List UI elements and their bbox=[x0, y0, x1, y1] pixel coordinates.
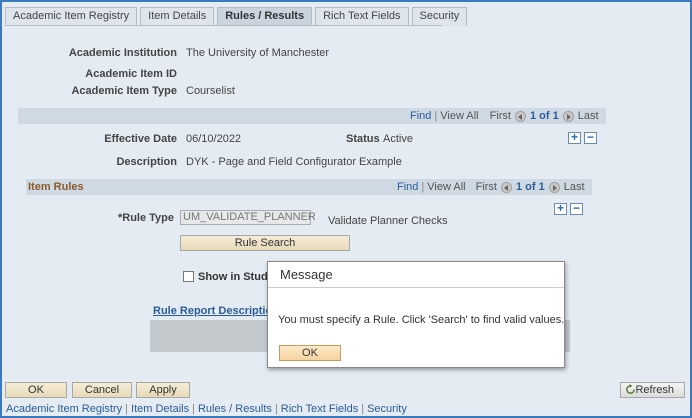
tab-item-details[interactable]: Item Details bbox=[140, 7, 215, 26]
view-all-link[interactable]: View All bbox=[440, 108, 478, 124]
nav-controls: Find | View All First 1 of 1 Last bbox=[410, 108, 599, 124]
refresh-button[interactable]: Refresh bbox=[620, 382, 685, 398]
effective-date-value: 06/10/2022 bbox=[186, 133, 242, 145]
show-in-student-label: Show in Stude bbox=[198, 271, 274, 283]
nav-separator: | bbox=[434, 110, 438, 122]
rule-report-description-link[interactable]: Rule Report Description bbox=[153, 305, 279, 317]
delete-row-icon[interactable]: − bbox=[584, 131, 597, 144]
page-frame: Academic Item Registry Item Details Rule… bbox=[0, 0, 692, 418]
item-rules-page-indicator: 1 of 1 bbox=[515, 181, 545, 193]
delete-rule-icon[interactable]: − bbox=[570, 202, 583, 215]
institution-value: The University of Manchester bbox=[186, 47, 330, 59]
footer-separator: | bbox=[192, 403, 195, 415]
page-indicator: 1 of 1 bbox=[529, 110, 559, 122]
item-rules-title: Item Rules bbox=[28, 181, 84, 193]
item-rules-bar: Item Rules Find | View All First 1 of 1 … bbox=[26, 179, 592, 195]
apply-button[interactable]: Apply bbox=[136, 382, 190, 398]
footer-separator: | bbox=[125, 403, 129, 415]
description-value: DYK - Page and Field Configurator Exampl… bbox=[186, 156, 402, 168]
effective-dated-nav-bar: Find | View All First 1 of 1 Last bbox=[18, 108, 606, 124]
footer-link-security[interactable]: Security bbox=[367, 403, 407, 415]
first-label: First bbox=[489, 110, 511, 122]
footer-link-item-details[interactable]: Item Details bbox=[131, 403, 189, 415]
refresh-icon bbox=[626, 384, 635, 394]
status-label: Status bbox=[346, 133, 380, 145]
last-label: Last bbox=[577, 110, 599, 122]
show-in-student-checkbox[interactable] bbox=[183, 271, 194, 282]
next-icon[interactable] bbox=[562, 110, 574, 122]
dialog-title: Message bbox=[268, 262, 564, 288]
ok-button[interactable]: OK bbox=[5, 382, 67, 398]
dialog-message: You must specify a Rule. Click 'Search' … bbox=[278, 314, 565, 326]
footer-link-rich-text-fields[interactable]: Rich Text Fields bbox=[281, 403, 358, 415]
tab-academic-item-registry[interactable]: Academic Item Registry bbox=[5, 7, 138, 26]
footer-separator: | bbox=[274, 403, 278, 415]
item-rules-previous-icon[interactable] bbox=[500, 181, 512, 193]
status-value: Active bbox=[383, 133, 413, 145]
rule-type-input[interactable]: UM_VALIDATE_PLANNER bbox=[180, 210, 316, 225]
rule-search-button[interactable]: Rule Search bbox=[180, 235, 350, 251]
item-type-value: Courselist bbox=[186, 85, 235, 97]
tab-bar: Academic Item Registry Item Details Rule… bbox=[5, 7, 470, 26]
tab-security[interactable]: Security bbox=[411, 7, 468, 26]
add-row-icon[interactable]: + bbox=[568, 131, 581, 144]
item-rules-next-icon[interactable] bbox=[548, 181, 560, 193]
item-type-label: Academic Item Type bbox=[71, 85, 177, 97]
tab-rules-results[interactable]: Rules / Results bbox=[217, 7, 313, 26]
item-rules-view-all-link[interactable]: View All bbox=[427, 179, 465, 195]
footer-link-rules-results[interactable]: Rules / Results bbox=[198, 403, 272, 415]
rule-type-label: *Rule Type bbox=[117, 212, 174, 224]
institution-label: Academic Institution bbox=[68, 47, 177, 59]
effective-date-label: Effective Date bbox=[104, 133, 177, 145]
item-rules-nav: Find | View All First 1 of 1 Last bbox=[397, 179, 585, 195]
footer-link-academic-item-registry[interactable]: Academic Item Registry bbox=[6, 403, 122, 415]
dialog-ok-button[interactable]: OK bbox=[279, 345, 341, 361]
tab-divider bbox=[5, 25, 442, 26]
refresh-label: Refresh bbox=[635, 384, 674, 396]
cancel-button[interactable]: Cancel bbox=[72, 382, 132, 398]
add-rule-icon[interactable]: + bbox=[554, 202, 567, 215]
footer-links: Academic Item Registry | Item Details | Rule… bbox=[6, 403, 407, 415]
message-dialog: Message You must specify a Rule. Click '… bbox=[267, 261, 565, 368]
find-link[interactable]: Find bbox=[410, 108, 431, 124]
item-rules-first-label: First bbox=[475, 181, 497, 193]
item-rules-find-link[interactable]: Find bbox=[397, 179, 418, 195]
footer-separator: | bbox=[361, 403, 365, 415]
description-label: Description bbox=[116, 156, 177, 168]
nav-separator: | bbox=[421, 181, 425, 193]
previous-icon[interactable] bbox=[514, 110, 526, 122]
tab-rich-text-fields[interactable]: Rich Text Fields bbox=[315, 7, 409, 26]
rule-type-description: Validate Planner Checks bbox=[328, 215, 448, 227]
item-rules-last-label: Last bbox=[563, 181, 585, 193]
item-id-label: Academic Item ID bbox=[85, 68, 177, 80]
